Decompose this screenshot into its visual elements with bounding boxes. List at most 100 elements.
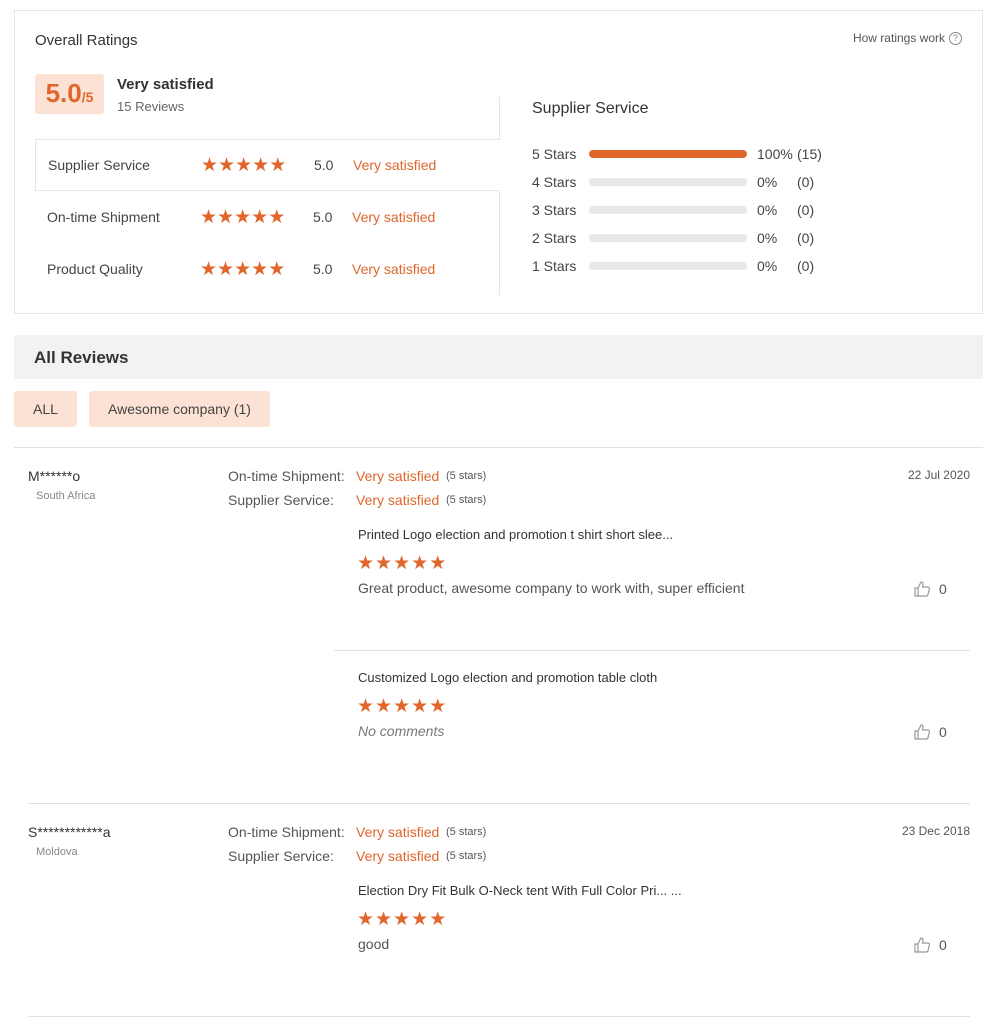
rating-value: Very satisfied	[356, 492, 440, 508]
category-label: Very satisfied	[353, 157, 437, 173]
star-icon: ★	[429, 696, 448, 717]
category-stars: ★★★★★	[200, 260, 313, 279]
category-value: 5.0	[313, 261, 333, 277]
star-icon: ★	[375, 553, 394, 574]
review-date: 22 Jul 2020	[907, 468, 970, 482]
star-icon: ★	[234, 206, 252, 228]
product-stars: ★★★★★	[357, 552, 447, 575]
distribution-title: Supplier Service	[532, 100, 649, 117]
distribution-row: 4 Stars 0% (0)	[532, 172, 814, 192]
product-title[interactable]: Customized Logo election and promotion t…	[358, 670, 657, 685]
reviewer-country: South Africa	[36, 490, 96, 502]
category-value: 5.0	[314, 157, 334, 173]
rating-value: Very satisfied	[356, 824, 440, 840]
star-icon: ★	[429, 909, 448, 930]
overall-reviews-count: 15 Reviews	[117, 99, 185, 114]
distribution-count: (0)	[797, 230, 815, 246]
star-icon: ★	[251, 206, 269, 228]
product-stars: ★★★★★	[357, 908, 447, 931]
star-icon: ★	[269, 154, 287, 176]
like-button[interactable]: 0	[913, 580, 947, 598]
rating-value: Very satisfied	[356, 468, 440, 484]
divider	[28, 803, 970, 804]
reviewer-country: Moldova	[36, 846, 78, 858]
star-icon: ★	[218, 154, 236, 176]
reviewer-name: M******o	[28, 468, 81, 484]
category-name: On-time Shipment	[47, 209, 160, 225]
like-button[interactable]: 0	[913, 936, 947, 954]
star-icon: ★	[200, 206, 218, 228]
divider	[14, 447, 983, 448]
star-icon: ★	[411, 696, 430, 717]
rating-label: On-time Shipment:	[228, 824, 345, 840]
star-icon: ★	[268, 258, 286, 280]
distribution-bar	[589, 262, 747, 270]
star-icon: ★	[217, 206, 235, 228]
all-reviews-header: All Reviews	[14, 335, 983, 379]
distribution-bar	[589, 150, 747, 158]
thumbs-up-icon	[914, 937, 931, 953]
star-icon: ★	[200, 258, 218, 280]
filter-chip-awesome-company[interactable]: Awesome company (1)	[89, 391, 270, 427]
rating-stars-text: (5 stars)	[446, 826, 487, 838]
distribution-count: (0)	[797, 258, 815, 274]
rating-label: On-time Shipment:	[228, 468, 345, 484]
distribution-row: 1 Stars 0% (0)	[532, 256, 814, 276]
distribution-percent: 0%	[757, 230, 778, 246]
category-name: Supplier Service	[48, 157, 150, 173]
question-circle-icon: ?	[949, 31, 962, 45]
star-icon: ★	[375, 909, 394, 930]
all-reviews-title: All Reviews	[34, 348, 129, 367]
star-icon: ★	[393, 909, 412, 930]
thumbs-up-icon	[914, 581, 931, 597]
product-title[interactable]: Printed Logo election and promotion t sh…	[358, 527, 673, 542]
rating-value: Very satisfied	[356, 848, 440, 864]
how-ratings-work-link[interactable]: How ratings work ?	[853, 31, 962, 45]
category-row-on-time-shipment[interactable]: On-time Shipment ★★★★★ 5.0 Very satisfie…	[35, 191, 500, 243]
filter-chip-all[interactable]: ALL	[14, 391, 77, 427]
star-icon: ★	[235, 154, 253, 176]
distribution-label: 4 Stars	[532, 174, 577, 190]
distribution-row: 5 Stars 100% (15)	[532, 144, 822, 164]
divider	[334, 650, 970, 651]
rating-label: Supplier Service:	[228, 848, 334, 864]
overall-satisfaction-label: Very satisfied	[117, 76, 214, 93]
distribution-count: (0)	[797, 174, 815, 190]
overall-score-badge: 5.0 /5	[35, 74, 104, 114]
star-icon: ★	[201, 154, 219, 176]
category-value: 5.0	[313, 209, 333, 225]
overall-ratings-panel: Overall Ratings How ratings work ? 5.0 /…	[14, 10, 983, 314]
star-icon: ★	[393, 696, 412, 717]
product-title[interactable]: Election Dry Fit Bulk O-Neck tent With F…	[358, 883, 682, 898]
distribution-percent: 0%	[757, 174, 778, 190]
distribution-row: 3 Stars 0% (0)	[532, 200, 814, 220]
product-comment: good	[358, 936, 390, 952]
category-row-product-quality[interactable]: Product Quality ★★★★★ 5.0 Very satisfied	[35, 243, 500, 295]
overall-ratings-title: Overall Ratings	[35, 32, 138, 49]
distribution-label: 5 Stars	[532, 146, 577, 162]
distribution-label: 3 Stars	[532, 202, 577, 218]
star-icon: ★	[217, 258, 235, 280]
like-count: 0	[939, 581, 947, 597]
like-count: 0	[939, 937, 947, 953]
product-comment: Great product, awesome company to work w…	[358, 580, 745, 596]
product-comment: No comments	[358, 723, 445, 739]
category-label: Very satisfied	[352, 209, 436, 225]
distribution-label: 2 Stars	[532, 230, 577, 246]
distribution-bar-fill	[589, 150, 747, 158]
distribution-percent: 0%	[757, 258, 778, 274]
category-row-supplier-service[interactable]: Supplier Service ★★★★★ 5.0 Very satisfie…	[35, 139, 500, 191]
rating-stars-text: (5 stars)	[446, 470, 487, 482]
how-ratings-work-label: How ratings work	[852, 31, 945, 45]
distribution-percent: 100%	[757, 146, 793, 162]
category-name: Product Quality	[47, 261, 143, 277]
overall-score: 5.0	[45, 78, 82, 108]
star-icon: ★	[375, 696, 394, 717]
star-icon: ★	[268, 206, 286, 228]
reviewer-name: S************a	[28, 824, 111, 840]
category-stars: ★★★★★	[201, 156, 314, 175]
product-stars: ★★★★★	[357, 695, 447, 718]
distribution-row: 2 Stars 0% (0)	[532, 228, 814, 248]
like-button[interactable]: 0	[913, 723, 947, 741]
thumbs-up-icon	[914, 724, 931, 740]
